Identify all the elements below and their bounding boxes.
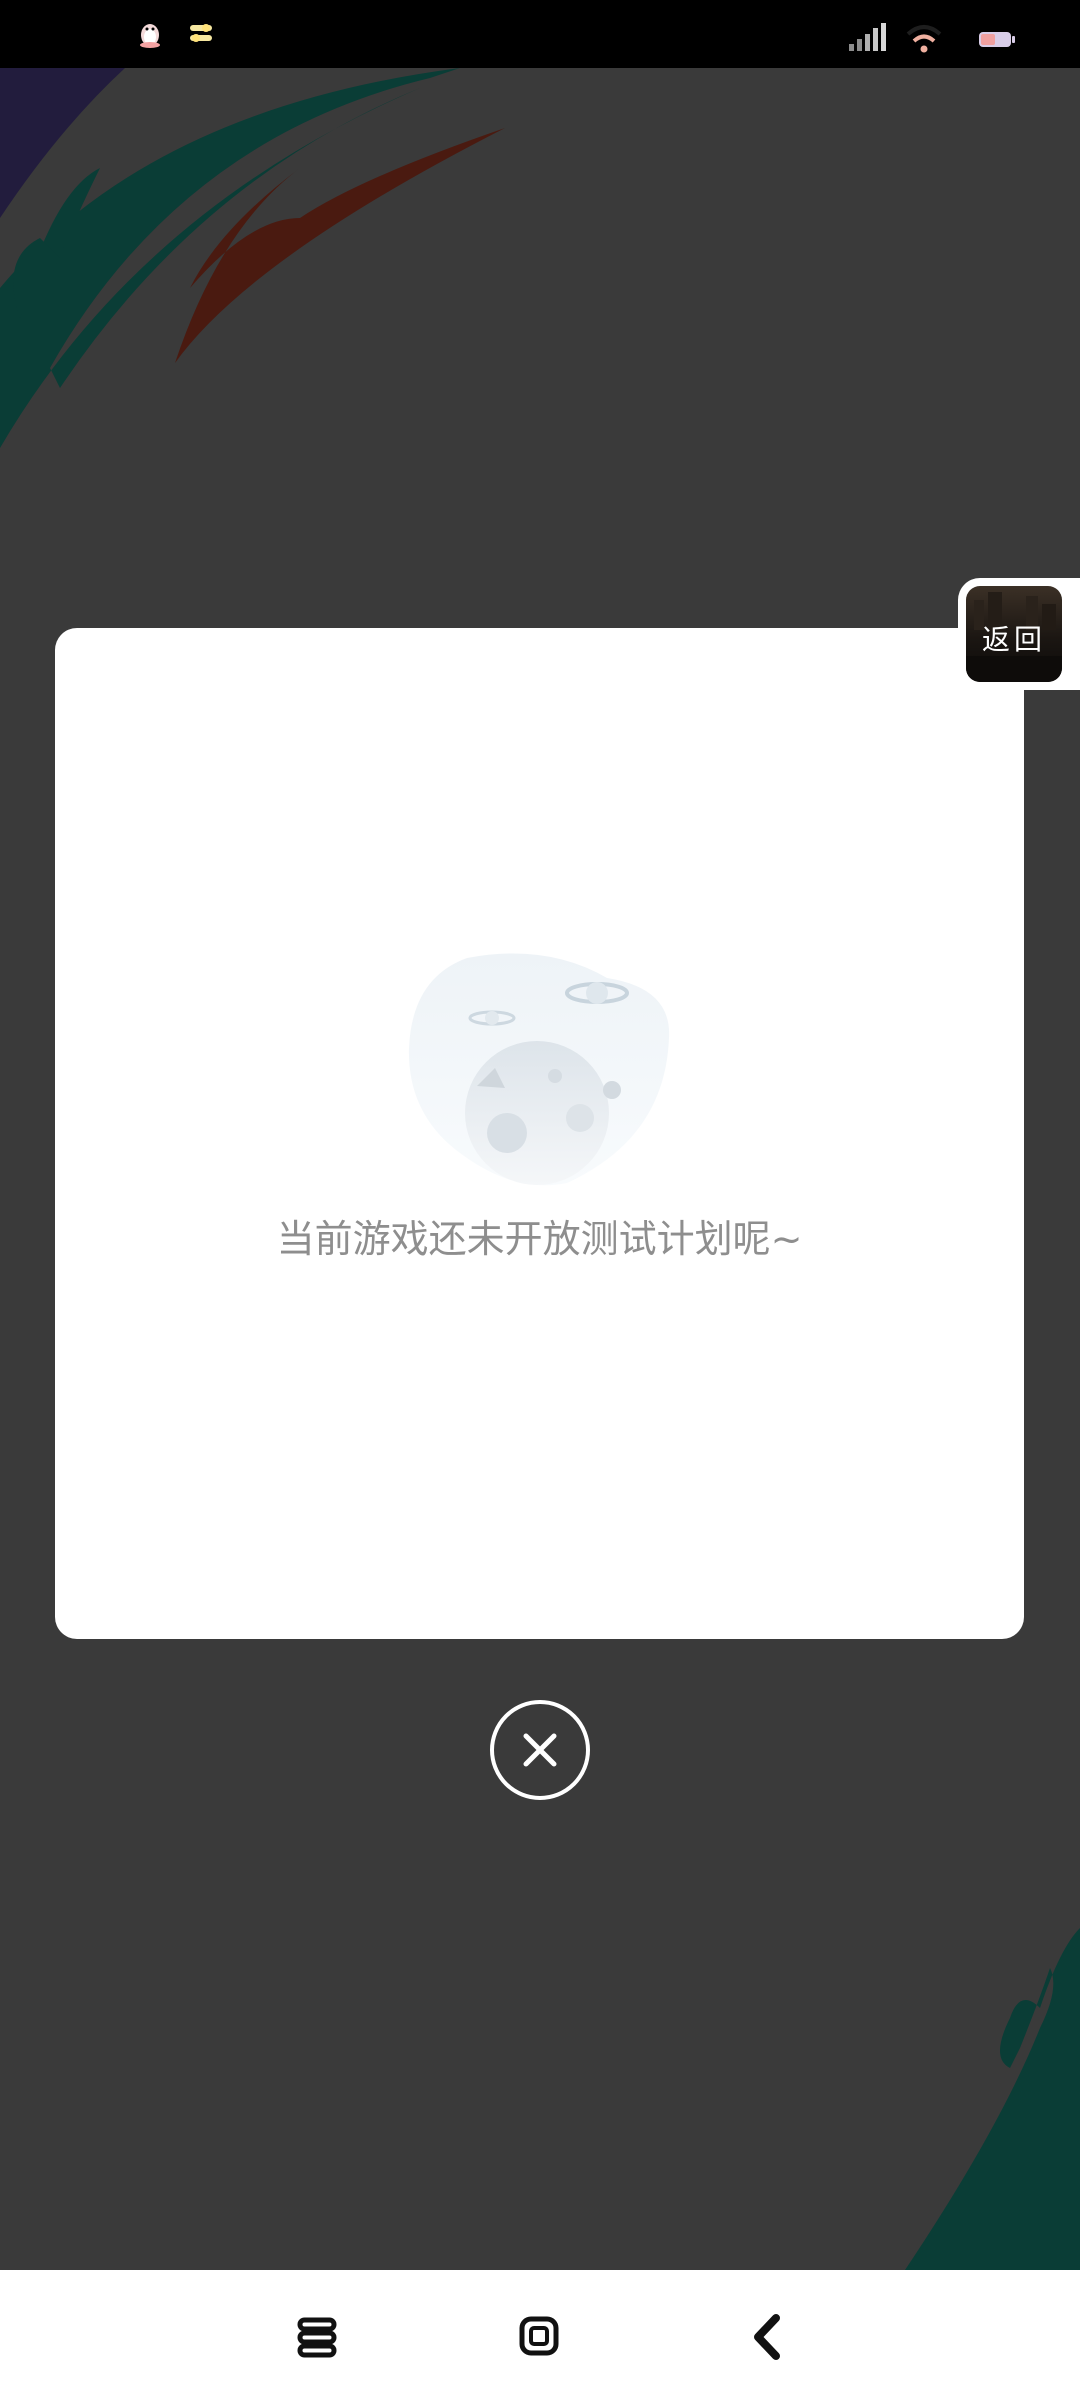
- game-thumbnail: 返回: [966, 586, 1062, 682]
- back-button[interactable]: [740, 2310, 800, 2364]
- floating-back-button[interactable]: 返回: [958, 578, 1080, 690]
- menu-button[interactable]: [288, 2310, 348, 2364]
- back-icon: [754, 2314, 780, 2360]
- navigation-bar: [0, 2270, 1080, 2400]
- menu-icon: [297, 2317, 337, 2358]
- close-button[interactable]: [490, 1700, 590, 1800]
- cellular-signal-icon: [848, 22, 888, 56]
- qq-penguin-icon: [138, 20, 162, 52]
- back-label: 返回: [981, 623, 1046, 656]
- battery-icon: [978, 30, 1016, 54]
- status-bar: [0, 0, 1080, 68]
- empty-state-dialog: 当前游戏还未开放测试计划呢~: [55, 628, 1024, 1639]
- home-icon: [519, 2316, 559, 2356]
- toggle-settings-icon: [188, 20, 214, 50]
- empty-state-message: 当前游戏还未开放测试计划呢~: [276, 1217, 803, 1261]
- empty-planet-illustration: [407, 948, 672, 1188]
- wifi-icon: [906, 24, 942, 58]
- home-button[interactable]: [510, 2310, 570, 2364]
- close-icon: [523, 1733, 557, 1767]
